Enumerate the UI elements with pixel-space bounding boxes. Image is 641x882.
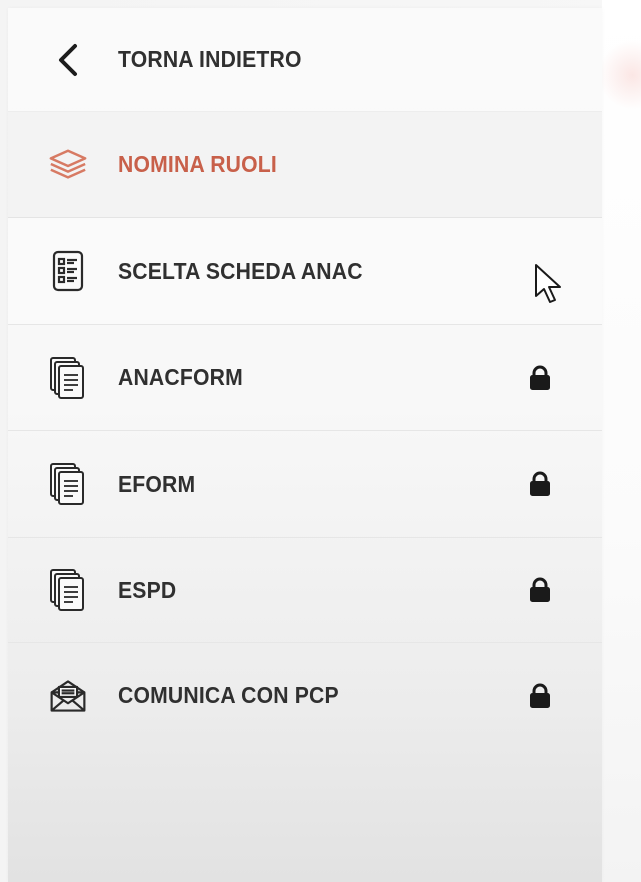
checklist-icon (48, 247, 88, 295)
menu-item-label: EFORM (118, 470, 196, 497)
menu-item-nomina-ruoli[interactable]: NOMINA RUOLI (8, 112, 602, 218)
documents-stack-icon (48, 460, 88, 508)
lock-icon (526, 470, 554, 498)
lock-icon (526, 682, 554, 710)
menu-item-label: NOMINA RUOLI (118, 151, 277, 177)
menu-item-espd[interactable]: ESPD (8, 538, 602, 643)
lock-icon (526, 364, 554, 392)
back-label: TORNA INDIETRO (118, 46, 302, 72)
chevron-left-icon (48, 36, 88, 84)
back-button[interactable]: TORNA INDIETRO (8, 8, 602, 112)
mouse-cursor-icon (533, 262, 567, 306)
menu-item-label: ANACFORM (118, 364, 243, 390)
menu-item-comunica-con-pcp[interactable]: COMUNICA CON PCP (8, 643, 602, 748)
menu-item-anacform[interactable]: ANACFORM (8, 325, 602, 431)
menu-item-label: COMUNICA CON PCP (118, 682, 339, 708)
sidebar-menu: TORNA INDIETRO NOMINA RUOLI SCELTA SCHED… (8, 8, 602, 882)
content-area-accent (598, 40, 641, 110)
menu-item-eform[interactable]: EFORM (8, 431, 602, 538)
lock-icon (526, 576, 554, 604)
documents-stack-icon (48, 566, 88, 614)
menu-item-label: ESPD (118, 576, 177, 603)
content-area-edge (602, 0, 641, 882)
envelope-open-icon (48, 672, 88, 720)
menu-item-scelta-scheda-anac[interactable]: SCELTA SCHEDA ANAC (8, 218, 602, 325)
layers-icon (48, 141, 88, 189)
menu-item-label: SCELTA SCHEDA ANAC (118, 257, 363, 284)
documents-stack-icon (48, 354, 88, 402)
